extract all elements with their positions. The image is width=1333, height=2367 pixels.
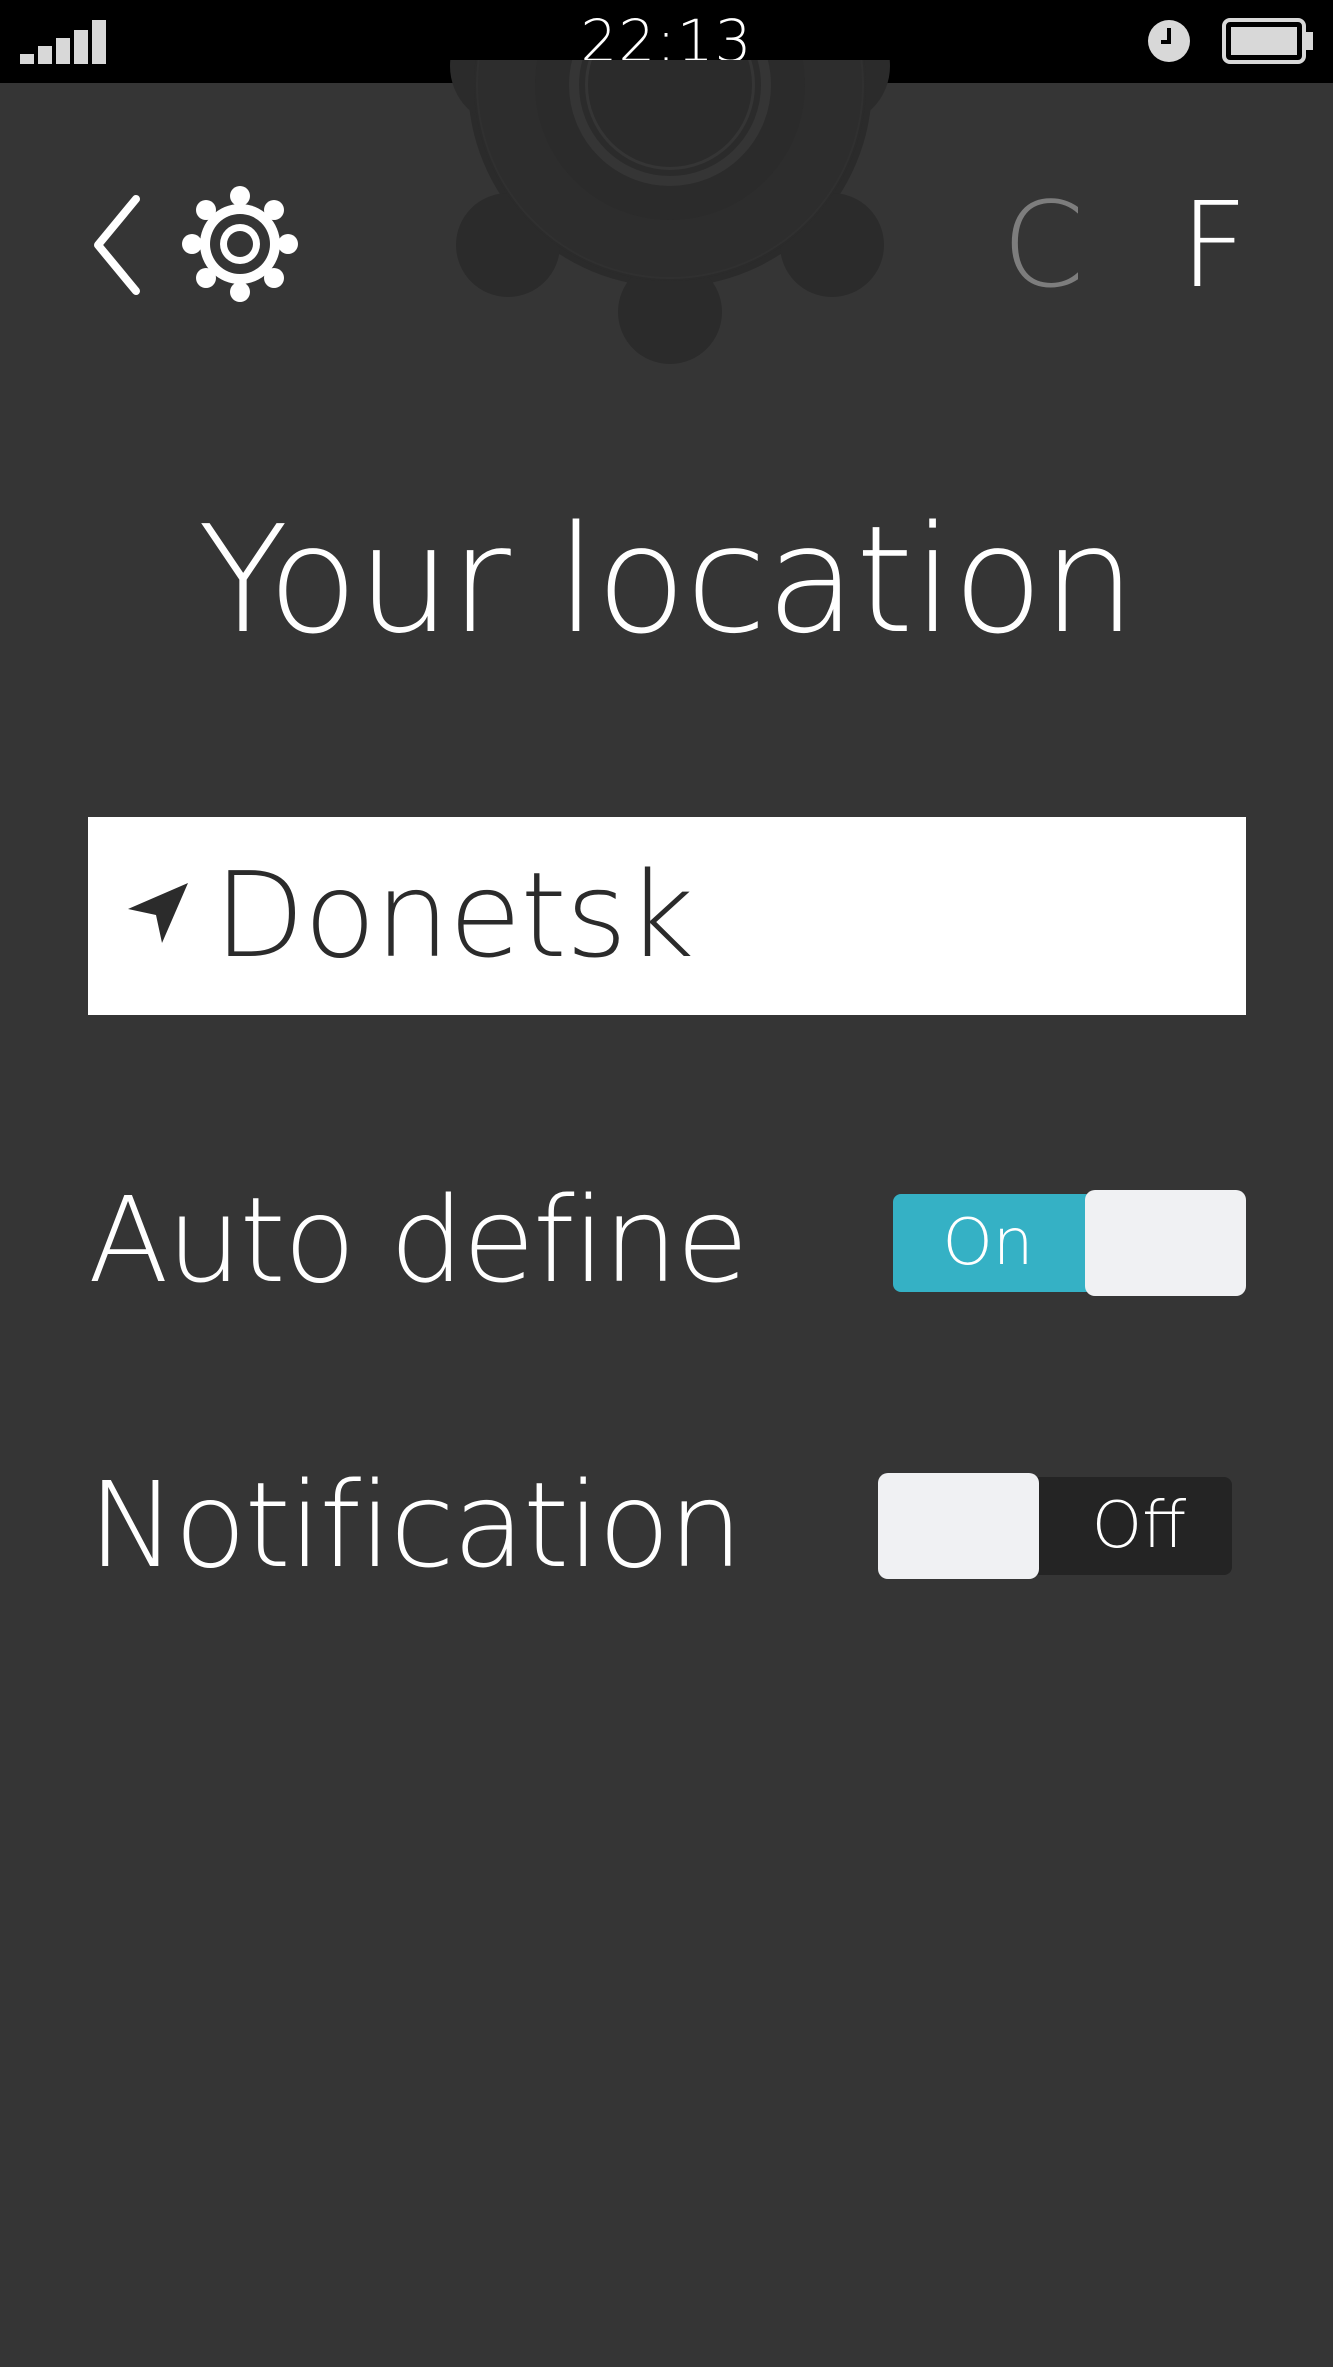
location-field[interactable]: Donetsk: [88, 817, 1246, 1015]
battery-icon: [1222, 18, 1313, 64]
unit-fahrenheit-button[interactable]: F: [1180, 180, 1248, 310]
back-chevron-icon[interactable]: [88, 193, 148, 297]
unit-celsius-button[interactable]: C: [1002, 180, 1084, 310]
location-value: Donetsk: [214, 846, 695, 984]
toggle-state-text: Off: [1091, 1489, 1187, 1563]
toggle-knob[interactable]: [878, 1473, 1039, 1579]
gear-icon[interactable]: [182, 186, 298, 302]
page-title: Your location: [197, 494, 1136, 666]
background-gear-icon: [450, 60, 890, 364]
notification-toggle[interactable]: Off: [878, 1473, 1232, 1579]
location-arrow-icon: [128, 883, 188, 943]
notification-label: Notification: [88, 1456, 743, 1594]
auto-define-label: Auto define: [88, 1171, 749, 1309]
toggle-state-text: On: [942, 1206, 1034, 1280]
alarm-icon: [1148, 20, 1190, 62]
toggle-knob[interactable]: [1085, 1190, 1246, 1296]
auto-define-toggle[interactable]: On: [893, 1190, 1246, 1296]
